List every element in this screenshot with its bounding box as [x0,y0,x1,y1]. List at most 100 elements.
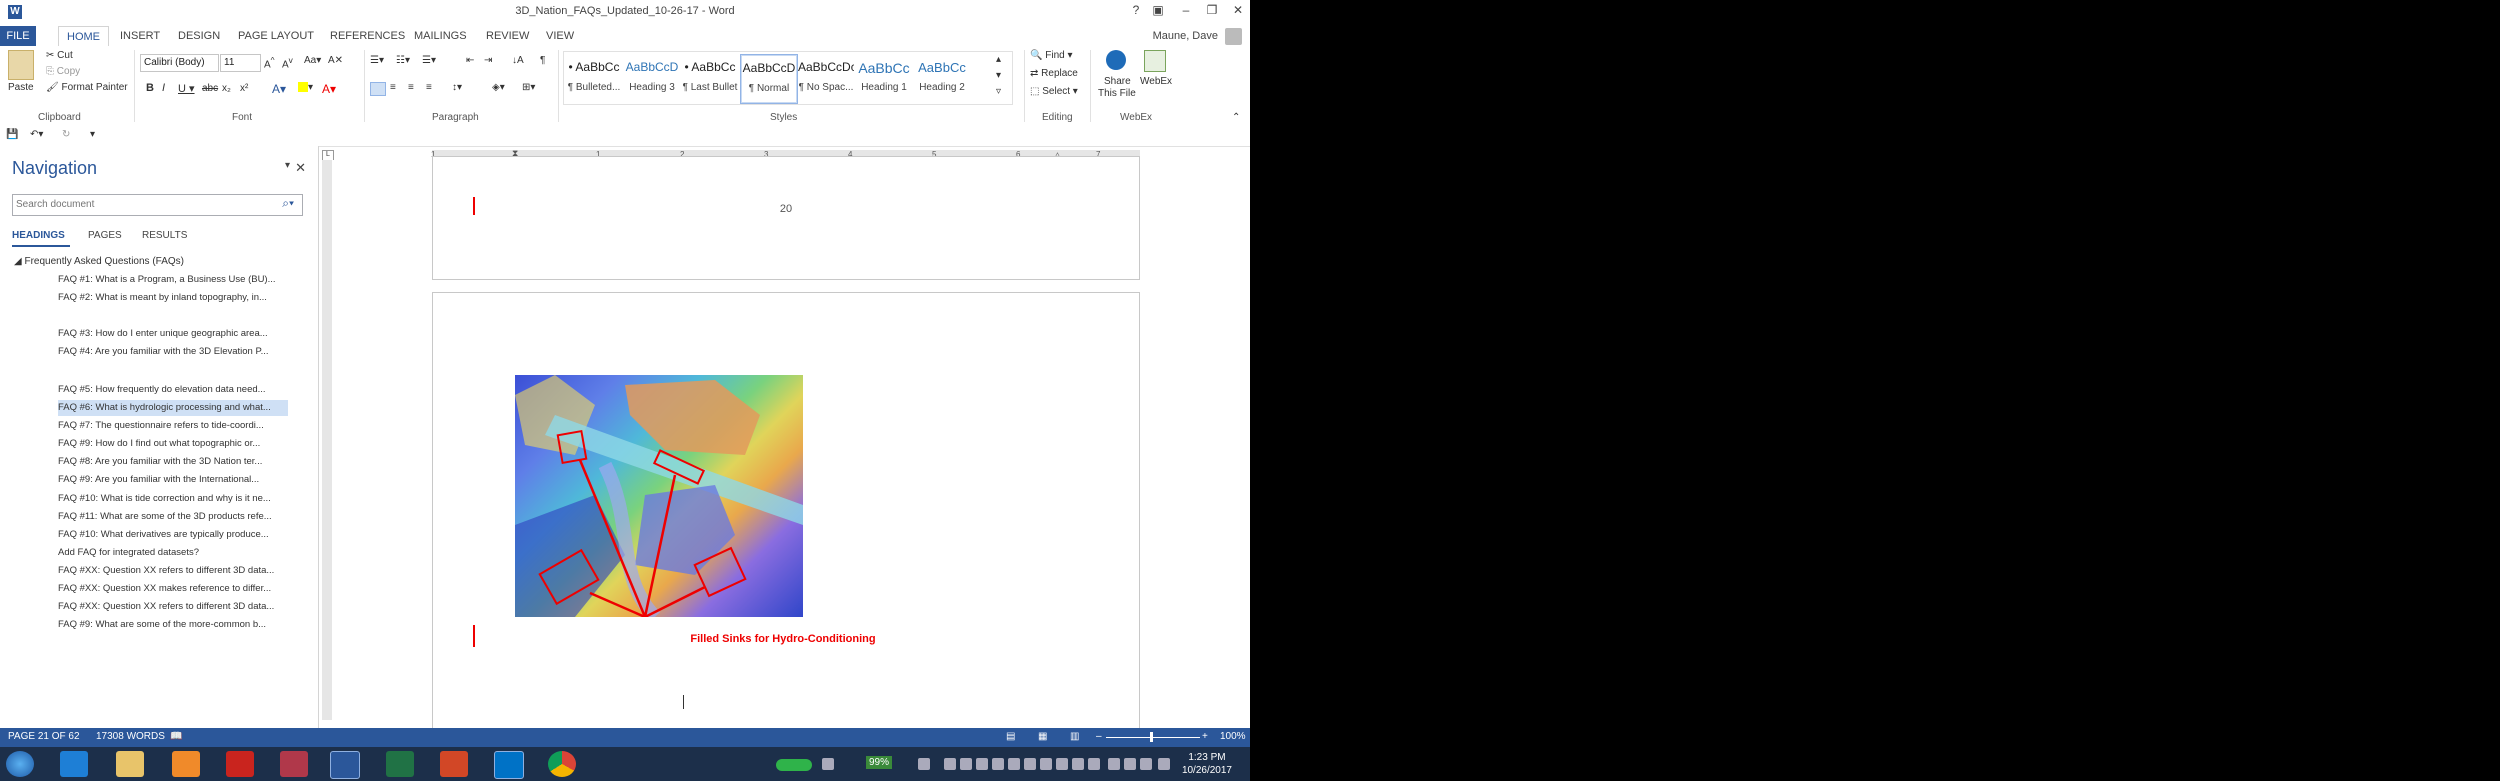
styles-scroll-up-icon[interactable]: ▴ [996,54,1001,65]
zoom-level[interactable]: 100% [1220,731,1246,742]
share-file-label[interactable]: This File [1098,88,1136,99]
justify-icon[interactable]: ≡ [426,82,432,93]
superscript-button[interactable]: x² [240,83,248,94]
paste-button[interactable]: Paste [8,82,34,93]
align-center-icon[interactable]: ≡ [390,82,396,93]
page-20[interactable]: 20 [432,156,1140,280]
heading-item[interactable]: FAQ #9: How do I find out what topograph… [58,436,288,452]
tray-icon[interactable] [1040,758,1052,770]
heading-item[interactable]: Add FAQ for integrated datasets? [58,545,288,561]
redo-icon[interactable]: ↻ [62,129,70,140]
tab-references[interactable]: REFERENCES [322,26,413,46]
tab-view[interactable]: VIEW [538,26,582,46]
close-icon[interactable]: ✕ [295,160,306,176]
heading-item[interactable]: FAQ #10: What is tide correction and why… [58,491,288,507]
underline-button[interactable]: U ▾ [178,82,195,95]
multilevel-list-icon[interactable]: ☰▾ [422,55,436,66]
tray-icon[interactable] [1072,758,1084,770]
ribbon-display-icon[interactable]: ▣ [1150,3,1166,17]
clear-format-icon[interactable]: A✕ [328,55,343,66]
hydro-map-image[interactable] [515,375,803,617]
show-formatting-icon[interactable]: ¶ [540,55,545,66]
web-layout-icon[interactable]: ▥ [1070,731,1079,742]
styles-more-icon[interactable]: ▿ [996,86,1001,97]
zoom-out-icon[interactable]: – [1096,731,1102,742]
restore-icon[interactable]: ❐ [1204,3,1220,17]
heading-item[interactable]: FAQ #11: What are some of the 3D product… [58,509,288,525]
style-no-spacing[interactable]: AaBbCcDc ¶ No Spac... [798,54,854,102]
style-last-bullet[interactable]: • AaBbCc ¶ Last Bullet [682,54,738,102]
page-21[interactable]: Filled Sinks for Hydro-Conditioning [432,292,1140,744]
heading-item[interactable]: FAQ #10: What derivatives are typically … [58,527,288,543]
replace-button[interactable]: ⇄ Replace [1030,68,1078,79]
heading-item[interactable]: FAQ #XX: Question XX refers to different… [58,599,288,615]
heading-item[interactable]: FAQ #XX: Question XX refers to different… [58,563,288,579]
volume-icon[interactable] [1158,758,1170,770]
heading-item[interactable]: FAQ #7: The questionnaire refers to tide… [58,418,288,434]
heading-item[interactable]: FAQ #9: Are you familiar with the Intern… [58,472,288,488]
share-icon[interactable] [1106,50,1126,70]
borders-icon[interactable]: ⊞▾ [522,82,535,93]
tab-headings[interactable]: HEADINGS [12,230,65,241]
grow-font-icon[interactable]: A^ [264,55,275,70]
print-layout-icon[interactable]: ▦ [1038,731,1047,742]
bullets-icon[interactable]: ☰▾ [370,55,384,66]
outlook-icon[interactable] [494,751,524,779]
heading-item[interactable]: FAQ #8: Are you familiar with the 3D Nat… [58,454,288,470]
heading-item[interactable]: FAQ #4: Are you familiar with the 3D Ele… [58,344,288,360]
font-color-icon[interactable]: A▾ [322,82,336,96]
word-count[interactable]: 17308 WORDS [96,731,165,742]
customize-qat-icon[interactable]: ▾ [90,129,95,140]
tab-file[interactable]: FILE [0,26,36,46]
tab-design[interactable]: DESIGN [170,26,228,46]
system-clock[interactable]: 1:23 PM 10/26/2017 [1182,751,1232,777]
paste-icon[interactable] [8,50,34,80]
collapse-ribbon-icon[interactable]: ⌃ [1232,112,1240,123]
bold-button[interactable]: B [146,82,154,94]
read-mode-icon[interactable]: ▤ [1006,731,1015,742]
text-effects-icon[interactable]: A▾ [272,82,286,96]
pane-options-icon[interactable]: ▾ [285,160,290,171]
find-button[interactable]: 🔍 Find ▾ [1030,50,1073,61]
ie-icon[interactable] [60,751,88,777]
word-taskbar-icon[interactable] [330,751,360,779]
tab-insert[interactable]: INSERT [112,26,168,46]
styles-scroll-down-icon[interactable]: ▾ [996,70,1001,81]
search-icon[interactable]: ⌕▾ [282,196,294,211]
tray-icon[interactable] [1024,758,1036,770]
tab-home[interactable]: HOME [58,26,109,48]
minimize-icon[interactable]: – [1178,3,1194,17]
heading-item-selected[interactable]: FAQ #6: What is hydrologic processing an… [58,400,288,416]
zoom-in-icon[interactable]: + [1202,731,1208,742]
decrease-indent-icon[interactable]: ⇤ [466,55,474,66]
network-icon[interactable] [822,758,834,770]
align-left-icon[interactable] [370,82,386,96]
start-button-icon[interactable] [6,751,34,777]
save-icon[interactable]: 💾 [6,129,18,140]
user-name[interactable]: Maune, Dave [1153,30,1218,42]
app-icon[interactable] [280,751,308,777]
numbering-icon[interactable]: ☷▾ [396,55,410,66]
shrink-font-icon[interactable]: Av [282,55,293,70]
line-spacing-icon[interactable]: ↕▾ [452,82,462,93]
increase-indent-icon[interactable]: ⇥ [484,55,492,66]
page-count[interactable]: PAGE 21 OF 62 [8,731,80,742]
tab-review[interactable]: REVIEW [478,26,537,46]
battery-bar-icon[interactable] [776,759,812,771]
tray-icon[interactable] [1056,758,1068,770]
webex-button[interactable]: WebEx [1140,76,1172,87]
copy-button[interactable]: ⎘ Copy [46,66,80,77]
heading-item[interactable]: FAQ #XX: Question XX makes reference to … [58,581,288,597]
style-heading-2[interactable]: AaBbCc Heading 2 [914,54,970,102]
tray-icon[interactable] [960,758,972,770]
heading-root[interactable]: ◢ Frequently Asked Questions (FAQs) [14,256,184,267]
help-icon[interactable]: ? [1128,3,1144,17]
align-right-icon[interactable]: ≡ [408,82,414,93]
font-name-select[interactable]: Calibri (Body) [140,54,219,72]
battery-percent[interactable]: 99% [866,756,893,769]
tray-icon[interactable] [918,758,930,770]
excel-icon[interactable] [386,751,414,777]
select-button[interactable]: ⬚ Select ▾ [1030,86,1078,97]
vertical-ruler[interactable] [322,160,332,720]
change-case-icon[interactable]: Aa▾ [304,55,321,66]
